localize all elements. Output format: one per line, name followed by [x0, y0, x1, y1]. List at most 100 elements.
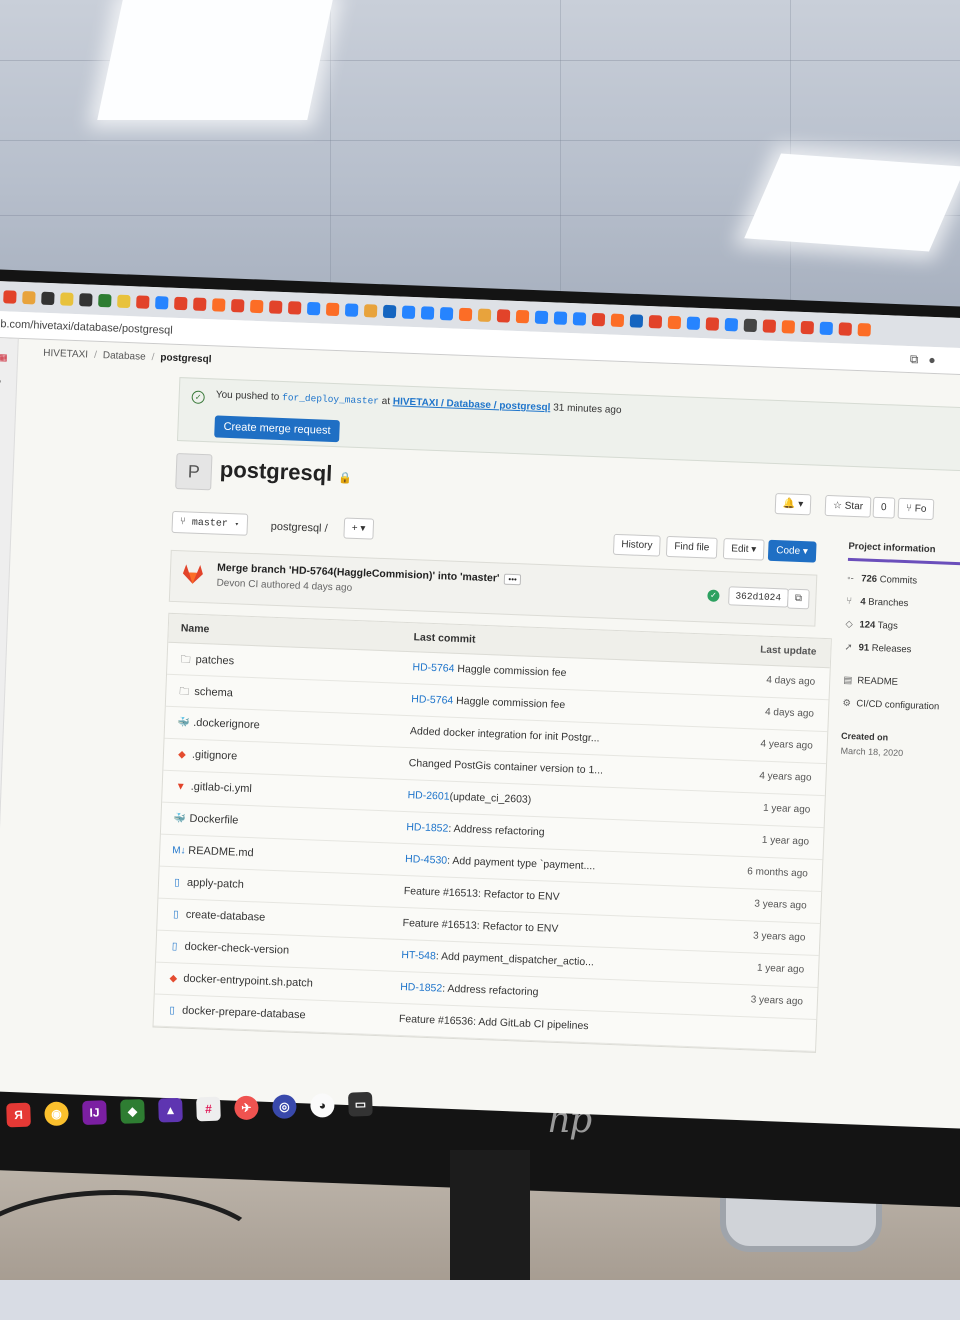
slack-icon[interactable]: # [196, 1097, 221, 1122]
file-name-text[interactable]: docker-entrypoint.sh.patch [183, 973, 313, 990]
tab-favicon[interactable] [801, 320, 814, 333]
tab-favicon[interactable] [364, 304, 377, 317]
last-commit-message[interactable]: HD-2601(update_ci_2603) [407, 789, 531, 806]
tab-favicon[interactable] [516, 309, 529, 322]
postman-icon[interactable]: ✈ [234, 1095, 259, 1120]
tab-favicon[interactable] [763, 319, 776, 332]
tab-favicon[interactable] [193, 297, 206, 310]
tab-favicon[interactable] [383, 304, 396, 317]
history-button[interactable]: History [613, 534, 661, 557]
last-commit-message[interactable]: Feature #16513: Refactor to ENV [404, 885, 560, 903]
stat-tags[interactable]: ◇124 Tags [845, 619, 960, 636]
tab-favicon[interactable] [497, 309, 510, 322]
commit-message-text[interactable]: Changed PostGis container version to 1..… [409, 757, 604, 776]
cicd-config-link[interactable]: ⚙CI/CD configuration [842, 698, 960, 715]
file-name[interactable]: ◆.gitignore [176, 748, 238, 762]
issue-ref-link[interactable]: HD-1852 [406, 821, 448, 835]
tab-favicon[interactable] [22, 290, 35, 303]
breadcrumb-subgroup[interactable]: Database [103, 350, 146, 363]
tab-favicon[interactable] [649, 315, 662, 328]
file-name[interactable]: ▼.gitlab-ci.yml [175, 780, 253, 795]
tab-favicon[interactable] [212, 298, 225, 311]
tab-favicon[interactable] [706, 317, 719, 330]
stat-branchs[interactable]: ⑂4 Branches [846, 596, 960, 613]
last-commit-message[interactable]: HT-548: Add payment_dispatcher_actio... [401, 949, 594, 968]
commit-message-text[interactable]: Haggle commission fee [453, 695, 565, 711]
file-name-text[interactable]: apply-patch [187, 877, 244, 891]
code-dropdown[interactable]: Code ▾ [768, 540, 816, 563]
last-commit-message[interactable]: Feature #16513: Refactor to ENV [402, 917, 558, 935]
fork-button[interactable]: ⑂ Fo [898, 498, 935, 520]
readme-link[interactable]: ▤README [843, 675, 960, 692]
file-name[interactable]: ▯docker-prepare-database [166, 1004, 306, 1021]
file-name-text[interactable]: patches [195, 654, 234, 667]
file-name-text[interactable]: Dockerfile [189, 813, 238, 827]
chevron-right-icon[interactable]: › [0, 472, 7, 482]
file-name[interactable]: 🐳Dockerfile [173, 812, 238, 826]
file-name[interactable]: 🗀patches [179, 652, 234, 671]
tab-favicon[interactable] [307, 301, 320, 314]
last-commit-message[interactable]: HD-1852: Address refactoring [400, 981, 539, 998]
chevron-right-icon[interactable]: › [0, 544, 4, 554]
tab-favicon[interactable] [668, 315, 681, 328]
tab-favicon[interactable] [459, 307, 472, 320]
tab-favicon[interactable] [535, 310, 548, 323]
last-commit-message[interactable]: Added docker integration for init Postgr… [410, 725, 600, 744]
commit-message-text[interactable]: Feature #16513: Refactor to ENV [402, 917, 558, 935]
tab-favicon[interactable] [782, 320, 795, 333]
file-name[interactable]: ▯create-database [170, 908, 266, 924]
tab-favicon[interactable] [155, 296, 168, 309]
nav-icon[interactable]: ▪ [0, 424, 8, 434]
last-commit-message[interactable]: Changed PostGis container version to 1..… [409, 757, 604, 776]
breadcrumb-group[interactable]: HIVETAXI [43, 348, 88, 361]
nav-icon[interactable]: ▪ [0, 448, 8, 458]
file-name-text[interactable]: create-database [186, 909, 266, 924]
issue-ref-link[interactable]: HD-5764 [412, 661, 454, 675]
add-file-dropdown[interactable]: + ▾ [343, 517, 373, 539]
chevron-right-icon[interactable]: › [0, 496, 6, 506]
tab-favicon[interactable] [858, 323, 871, 336]
last-commit-message[interactable]: HD-1852: Address refactoring [406, 821, 545, 838]
tab-favicon[interactable] [98, 293, 111, 306]
issue-ref-link[interactable]: HD-1852 [400, 981, 442, 995]
tab-favicon[interactable] [402, 305, 415, 318]
nav-icon[interactable]: ▪ [0, 376, 10, 386]
commit-message-text[interactable]: : Add payment type `payment.... [447, 855, 596, 873]
pipeline-passed-icon[interactable]: ✓ [707, 589, 719, 601]
sourcetree-icon[interactable]: ◆ [120, 1099, 145, 1124]
stat-rockets[interactable]: ➚91 Releases [844, 642, 960, 659]
tab-favicon[interactable] [687, 316, 700, 329]
file-name[interactable]: ◆docker-entrypoint.sh.patch [167, 972, 313, 990]
path-root[interactable]: postgresql [271, 521, 322, 535]
file-name[interactable]: M↓README.md [172, 844, 254, 859]
file-name-text[interactable]: .dockerignore [193, 717, 260, 732]
issue-ref-link[interactable]: HD-5764 [411, 693, 453, 707]
tab-favicon[interactable] [421, 306, 434, 319]
commit-message-text[interactable]: : Add payment_dispatcher_actio... [436, 950, 595, 968]
tab-favicon[interactable] [288, 301, 301, 314]
commit-message-text[interactable]: : Address refactoring [442, 983, 539, 999]
app-icon[interactable]: ▲ [158, 1098, 183, 1123]
tab-project-information[interactable]: Project information [848, 541, 960, 566]
tab-favicon[interactable] [611, 313, 624, 326]
commit-message-text[interactable]: Haggle commission fee [454, 663, 566, 679]
tab-favicon[interactable] [41, 291, 54, 304]
chevron-right-icon[interactable]: › [0, 520, 5, 530]
tab-favicon[interactable] [820, 321, 833, 334]
nav-icon[interactable]: ▪ [0, 400, 9, 410]
tab-favicon[interactable] [554, 311, 567, 324]
terminal-icon[interactable]: ▭ [348, 1092, 373, 1117]
edit-dropdown[interactable]: Edit ▾ [723, 538, 765, 561]
tab-favicon[interactable] [725, 317, 738, 330]
file-name-text[interactable]: .gitlab-ci.yml [190, 781, 252, 795]
tab-favicon[interactable] [440, 306, 453, 319]
stat-commits[interactable]: ◦-726 Commits [847, 573, 960, 590]
app-icon[interactable]: ◎ [272, 1094, 297, 1119]
tab-favicon[interactable] [478, 308, 491, 321]
file-name-text[interactable]: .gitignore [192, 749, 238, 763]
repo-link[interactable]: HIVETAXI / Database / postgresql [393, 396, 551, 413]
file-name-text[interactable]: docker-check-version [184, 941, 289, 957]
last-commit-message[interactable]: Feature #16536: Add GitLab CI pipelines [399, 1013, 589, 1032]
breadcrumb-project[interactable]: postgresql [160, 352, 212, 365]
star-button[interactable]: ☆ Star [825, 495, 872, 518]
